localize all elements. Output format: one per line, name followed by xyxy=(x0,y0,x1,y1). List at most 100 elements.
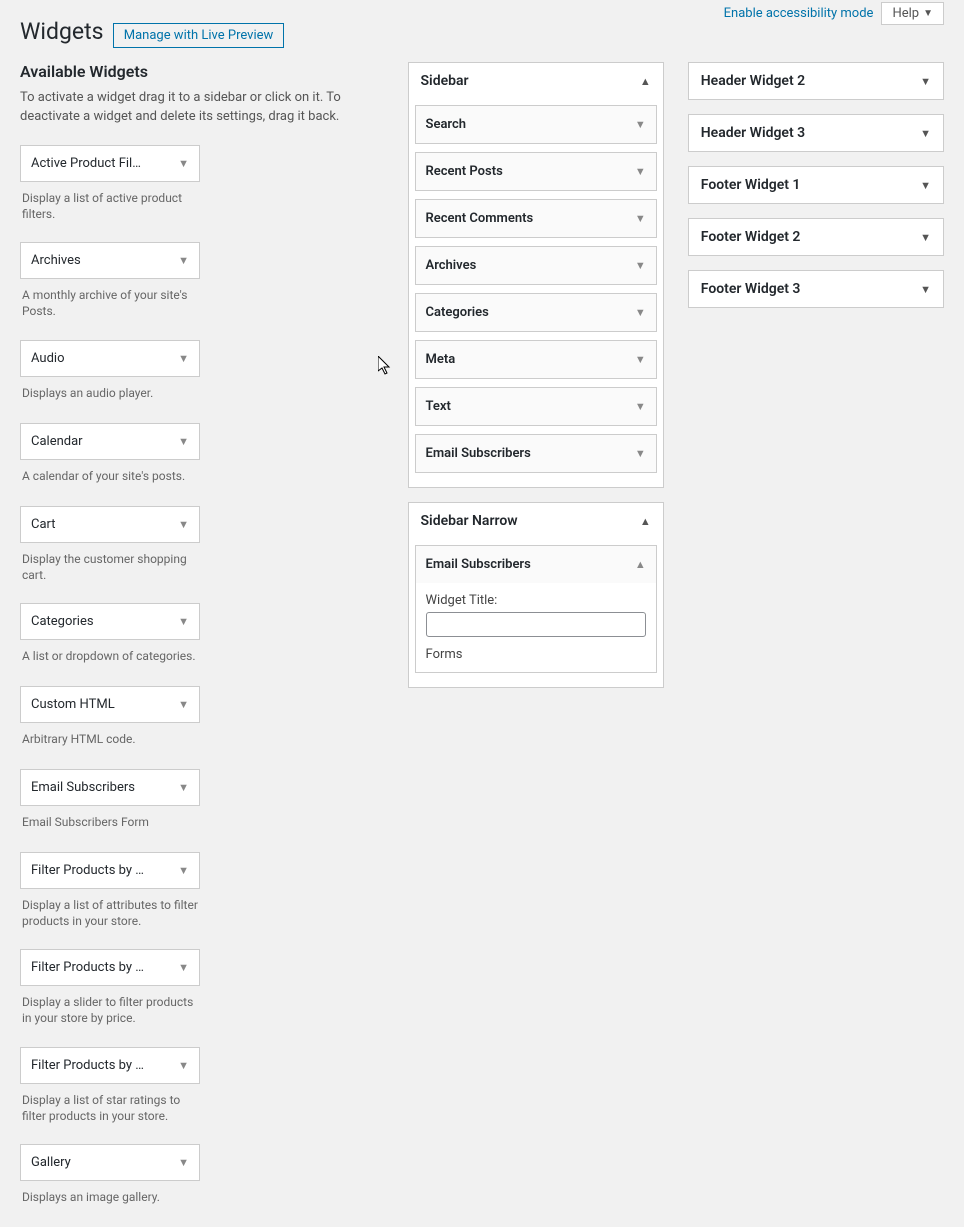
chevron-down-icon: ▼ xyxy=(635,306,646,319)
placed-widget: Recent Comments▼ xyxy=(415,199,657,238)
widget-area-header[interactable]: Footer Widget 2▼ xyxy=(689,219,943,255)
widget-description: A calendar of your site's posts. xyxy=(20,460,200,500)
widget-area-title: Footer Widget 3 xyxy=(701,281,801,297)
placed-widget-header[interactable]: Recent Posts▼ xyxy=(416,153,656,190)
chevron-up-icon: ▲ xyxy=(640,515,651,528)
widget-chip[interactable]: Filter Products by … ▼ xyxy=(20,1047,200,1084)
widget-area-header[interactable]: Sidebar ▲ xyxy=(409,63,663,99)
widget-description: Display a list of star ratings to filter… xyxy=(20,1084,200,1138)
chevron-down-icon: ▼ xyxy=(635,353,646,366)
widget-area-header[interactable]: Footer Widget 1 ▼ xyxy=(689,167,943,203)
widget-area-header[interactable]: Header Widget 2 ▼ xyxy=(689,63,943,99)
placed-widget-label: Categories xyxy=(426,305,489,320)
widget-area-title: Footer Widget 1 xyxy=(701,177,801,193)
screen-options-bar: Enable accessibility mode Help ▼ xyxy=(724,2,944,25)
placed-widget-label: Archives xyxy=(426,258,477,273)
chevron-down-icon: ▼ xyxy=(178,781,189,794)
chevron-down-icon: ▼ xyxy=(635,118,646,131)
widget-chip[interactable]: Filter Products by … ▼ xyxy=(20,852,200,889)
widget-label: Categories xyxy=(31,614,94,629)
help-label: Help xyxy=(892,6,919,21)
widget-chip[interactable]: Filter Products by … ▼ xyxy=(20,949,200,986)
widget-chip[interactable]: Gallery ▼ xyxy=(20,1144,200,1181)
widget-label: Email Subscribers xyxy=(31,780,135,795)
widget-description: Display a list of active product filters… xyxy=(20,182,200,236)
placed-widget-header[interactable]: Text▼ xyxy=(416,388,656,425)
widget-description: Email Subscribers Form xyxy=(20,806,200,846)
widget-description: A list or dropdown of categories. xyxy=(20,640,200,680)
widget-chip[interactable]: Custom HTML ▼ xyxy=(20,686,200,723)
widget-chip[interactable]: Active Product Fil… ▼ xyxy=(20,145,200,182)
widget-label: Audio xyxy=(31,351,64,366)
widget-label: Cart xyxy=(31,517,56,532)
widget-label: Active Product Fil… xyxy=(31,156,141,171)
help-toggle[interactable]: Help ▼ xyxy=(881,2,944,25)
chevron-down-icon: ▼ xyxy=(923,8,933,19)
chevron-down-icon: ▼ xyxy=(178,864,189,877)
widget-chip[interactable]: Categories ▼ xyxy=(20,603,200,640)
widget-description: Display a slider to filter products in y… xyxy=(20,986,200,1040)
widget-label: Filter Products by … xyxy=(31,960,144,975)
available-widget: Calendar ▼ A calendar of your site's pos… xyxy=(20,423,200,500)
placed-widget-header[interactable]: Email Subscribers ▲ xyxy=(416,546,656,583)
available-widgets-heading: Available Widgets xyxy=(20,62,384,81)
widget-chip[interactable]: Email Subscribers ▼ xyxy=(20,769,200,806)
chevron-down-icon: ▼ xyxy=(920,75,931,88)
placed-widget-label: Meta xyxy=(426,352,456,367)
available-widget: Categories ▼ A list or dropdown of categ… xyxy=(20,603,200,680)
available-widgets-description: To activate a widget drag it to a sideba… xyxy=(20,89,350,127)
chevron-down-icon: ▼ xyxy=(178,254,189,267)
widget-title-input[interactable] xyxy=(426,612,646,637)
chevron-down-icon: ▼ xyxy=(635,259,646,272)
placed-widget: Archives ▼ xyxy=(415,246,657,285)
widget-area: Header Widget 2 ▼ xyxy=(688,62,944,100)
page-title: Widgets xyxy=(20,0,103,45)
placed-widget-label: Search xyxy=(426,117,467,132)
widget-area-header[interactable]: Sidebar Narrow ▲ xyxy=(409,503,663,539)
placed-widget-label: Recent Comments xyxy=(426,211,534,226)
placed-widget-header[interactable]: Recent Comments▼ xyxy=(416,200,656,237)
live-preview-button[interactable]: Manage with Live Preview xyxy=(113,23,285,48)
widget-area-title: Sidebar Narrow xyxy=(421,513,518,529)
widget-area-title: Header Widget 3 xyxy=(701,125,805,141)
widget-area-header[interactable]: Footer Widget 3▼ xyxy=(689,271,943,307)
available-widgets-column: Available Widgets To activate a widget d… xyxy=(20,62,384,1227)
widget-label: Archives xyxy=(31,253,81,268)
chevron-down-icon: ▼ xyxy=(178,1156,189,1169)
available-widget: Archives ▼ A monthly archive of your sit… xyxy=(20,242,200,333)
widget-area: Footer Widget 3▼ xyxy=(688,270,944,308)
placed-widget-header[interactable]: Email Subscribers▼ xyxy=(416,435,656,472)
placed-widget: Categories ▼ xyxy=(415,293,657,332)
chevron-down-icon: ▼ xyxy=(178,698,189,711)
widget-label: Calendar xyxy=(31,434,83,449)
chevron-down-icon: ▼ xyxy=(178,352,189,365)
placed-widget-header[interactable]: Search ▼ xyxy=(416,106,656,143)
placed-widget-label: Email Subscribers xyxy=(426,557,531,572)
placed-widget: Meta ▼ xyxy=(415,340,657,379)
chevron-down-icon: ▼ xyxy=(178,961,189,974)
chevron-down-icon: ▼ xyxy=(920,179,931,192)
widget-area-title: Header Widget 2 xyxy=(701,73,805,89)
available-widget: Custom HTML ▼ Arbitrary HTML code. xyxy=(20,686,200,763)
placed-widget: Search ▼ xyxy=(415,105,657,144)
accessibility-mode-link[interactable]: Enable accessibility mode xyxy=(724,6,874,21)
widget-chip[interactable]: Archives ▼ xyxy=(20,242,200,279)
placed-widget: Email Subscribers▼ xyxy=(415,434,657,473)
widget-area-body: Search▼ Recent Posts▼ Recent Comments▼ A… xyxy=(409,99,663,487)
widgets-layout: Available Widgets To activate a widget d… xyxy=(20,62,944,1227)
available-widget: Filter Products by … ▼ Display a slider … xyxy=(20,949,200,1040)
available-widget: Cart ▼ Display the customer shopping car… xyxy=(20,506,200,597)
placed-widget-form: Widget Title: Forms xyxy=(416,583,656,672)
placed-widget-header[interactable]: Categories ▼ xyxy=(416,294,656,331)
chevron-down-icon: ▼ xyxy=(635,165,646,178)
widget-chip[interactable]: Calendar ▼ xyxy=(20,423,200,460)
widget-chip[interactable]: Cart ▼ xyxy=(20,506,200,543)
chevron-down-icon: ▼ xyxy=(178,518,189,531)
chevron-down-icon: ▼ xyxy=(178,615,189,628)
placed-widget-header[interactable]: Archives ▼ xyxy=(416,247,656,284)
placed-widget: Email Subscribers ▲ Widget Title: Forms xyxy=(415,545,657,673)
placed-widget-header[interactable]: Meta ▼ xyxy=(416,341,656,378)
widget-chip[interactable]: Audio ▼ xyxy=(20,340,200,377)
widget-area: Footer Widget 1 ▼ xyxy=(688,166,944,204)
widget-area-header[interactable]: Header Widget 3▼ xyxy=(689,115,943,151)
